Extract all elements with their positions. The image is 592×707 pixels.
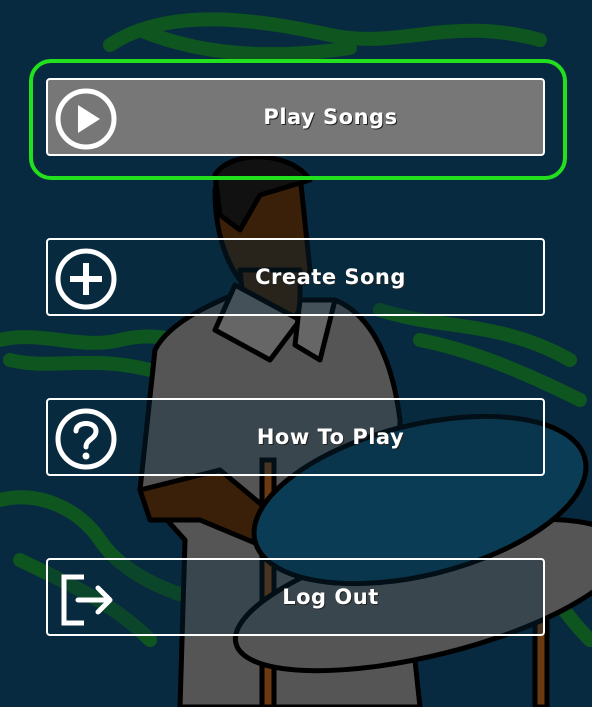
log-out-button[interactable]: Log Out	[46, 558, 545, 636]
play-icon	[55, 88, 117, 150]
how-to-play-button[interactable]: How To Play	[46, 398, 545, 476]
play-songs-button[interactable]: Play Songs	[46, 78, 545, 156]
logout-icon	[61, 574, 113, 626]
create-song-button[interactable]: Create Song	[46, 238, 545, 316]
plus-icon	[55, 248, 117, 310]
log-out-label: Log Out	[282, 585, 379, 609]
question-icon	[55, 408, 117, 470]
create-song-label: Create Song	[255, 265, 406, 289]
how-to-play-label: How To Play	[256, 425, 405, 449]
play-songs-label: Play Songs	[263, 105, 398, 129]
